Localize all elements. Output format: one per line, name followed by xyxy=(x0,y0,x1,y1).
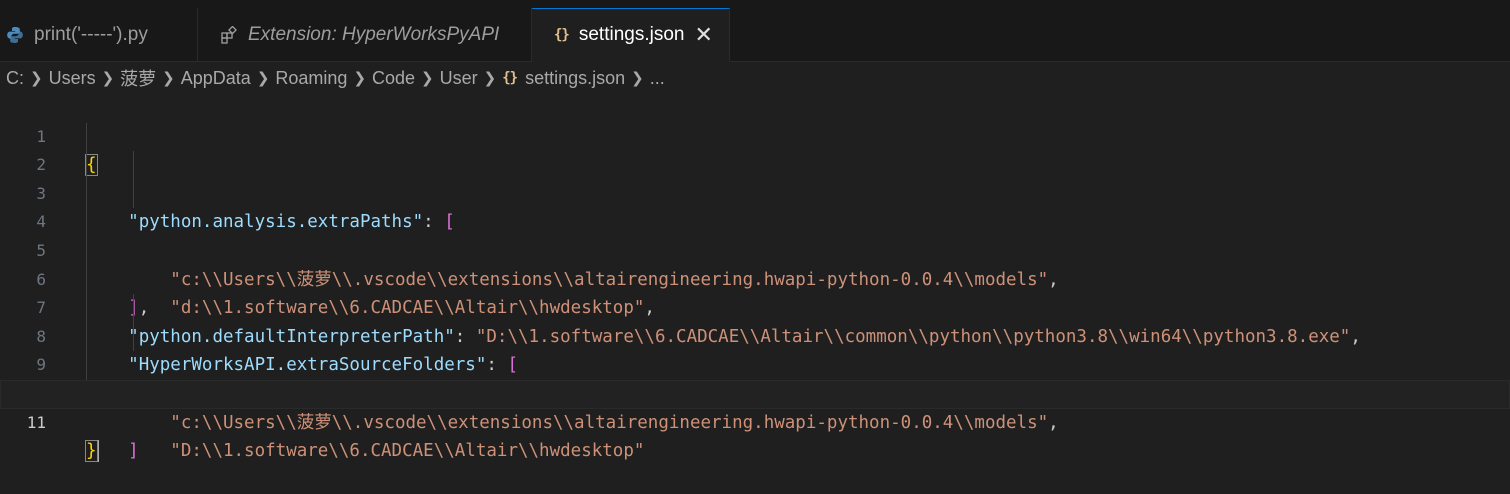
tab-label: print('-----').py xyxy=(34,23,148,45)
code-line: 9 "D:\\1.software\\6.CADCAE\\Altair\\hwd… xyxy=(0,322,1510,461)
indent-guide xyxy=(133,179,134,209)
chevron-right-icon: ❯ xyxy=(353,70,367,87)
python-icon xyxy=(6,26,24,44)
indent-guide xyxy=(86,179,87,209)
chevron-right-icon: ❯ xyxy=(30,70,43,87)
breadcrumb-item-code[interactable]: Code xyxy=(372,68,415,89)
json-braces-icon: {} xyxy=(502,70,518,86)
json-braces-icon: {} xyxy=(554,27,570,43)
indent-guide xyxy=(86,208,87,237)
code-line: 7 "HyperWorksAPI.extraSourceFolders": [ xyxy=(0,265,1510,375)
tab-label: settings.json xyxy=(578,24,685,45)
breadcrumb-item-more[interactable]: ... xyxy=(650,68,665,89)
title-strip xyxy=(0,0,1510,8)
breadcrumb: C: ❯ Users ❯ 菠萝 ❯ AppData ❯ Roaming ❯ Co… xyxy=(0,62,1510,94)
breadcrumb-item-c[interactable]: C: xyxy=(6,68,24,89)
indent-guide xyxy=(86,351,87,380)
breadcrumb-item-settings-json[interactable]: {} settings.json xyxy=(502,68,625,89)
indent-guide xyxy=(86,122,87,152)
json-string: "D:\\1.software\\6.CADCAE\\Altair\\hwdes… xyxy=(170,441,645,462)
chevron-right-icon: ❯ xyxy=(101,70,115,87)
code-line: 1 { xyxy=(0,94,1510,177)
indent-guide xyxy=(133,322,134,352)
chevron-right-icon: ❯ xyxy=(483,70,497,87)
breadcrumb-item-user[interactable]: User xyxy=(440,68,478,89)
tab-settings-json[interactable]: {} settings.json ✕ xyxy=(532,8,730,62)
close-brace: } xyxy=(85,440,98,463)
tab-label: Extension: HyperWorksPyAPI xyxy=(248,23,500,45)
tab-print-py[interactable]: print('-----').py xyxy=(0,8,198,61)
code-line: 8 "c:\\Users\\菠萝\\.vscode\\extensions\\a… xyxy=(0,294,1510,433)
code-line: 5 ], xyxy=(0,208,1510,318)
breadcrumb-item-user-folder[interactable]: 菠萝 xyxy=(120,65,156,91)
breadcrumb-item-users[interactable]: Users xyxy=(49,68,96,89)
tab-extension-hyperworkspyapi[interactable]: Extension: HyperWorksPyAPI xyxy=(198,8,532,61)
breadcrumb-item-roaming[interactable]: Roaming xyxy=(275,68,347,89)
chevron-right-icon: ❯ xyxy=(256,70,270,87)
close-icon[interactable]: ✕ xyxy=(694,22,712,48)
line-number: 11 xyxy=(26,412,46,432)
indent-guide xyxy=(86,265,87,295)
editor-tab-bar: print('-----').py Extension: HyperWorksP… xyxy=(0,8,1510,62)
extensions-icon xyxy=(220,25,238,44)
text-cursor xyxy=(96,440,99,463)
indent-guide xyxy=(133,294,134,323)
json-string: "c:\\Users\\菠萝\\.vscode\\extensions\\alt… xyxy=(170,412,1049,433)
code-line: 4 "d:\\1.software\\6.CADCAE\\Altair\\hwd… xyxy=(0,179,1510,318)
code-line: 3 "c:\\Users\\菠萝\\.vscode\\extensions\\a… xyxy=(0,151,1510,290)
code-line-current: 11 } xyxy=(0,379,1510,463)
chevron-right-icon: ❯ xyxy=(631,70,644,87)
indent-guide xyxy=(86,322,87,352)
code-line: 2 "python.analysis.extraPaths": [ xyxy=(0,122,1510,232)
indent-guide xyxy=(133,151,134,180)
breadcrumb-item-appdata[interactable]: AppData xyxy=(181,68,251,89)
code-editor[interactable]: 1 { 2 "python.analysis.extraPaths": [ 3 … xyxy=(0,94,1510,463)
chevron-right-icon: ❯ xyxy=(421,70,434,87)
code-line: 6 "python.defaultInterpreterPath": "D:\\… xyxy=(0,236,1510,347)
indent-guide xyxy=(86,294,87,323)
close-bracket: ] xyxy=(128,441,139,462)
code-line: 10 ] xyxy=(0,351,1510,461)
tab-bar-empty-area xyxy=(730,8,1510,61)
indent-guide xyxy=(86,236,87,266)
indent-guide xyxy=(86,151,87,180)
chevron-right-icon: ❯ xyxy=(162,70,175,87)
